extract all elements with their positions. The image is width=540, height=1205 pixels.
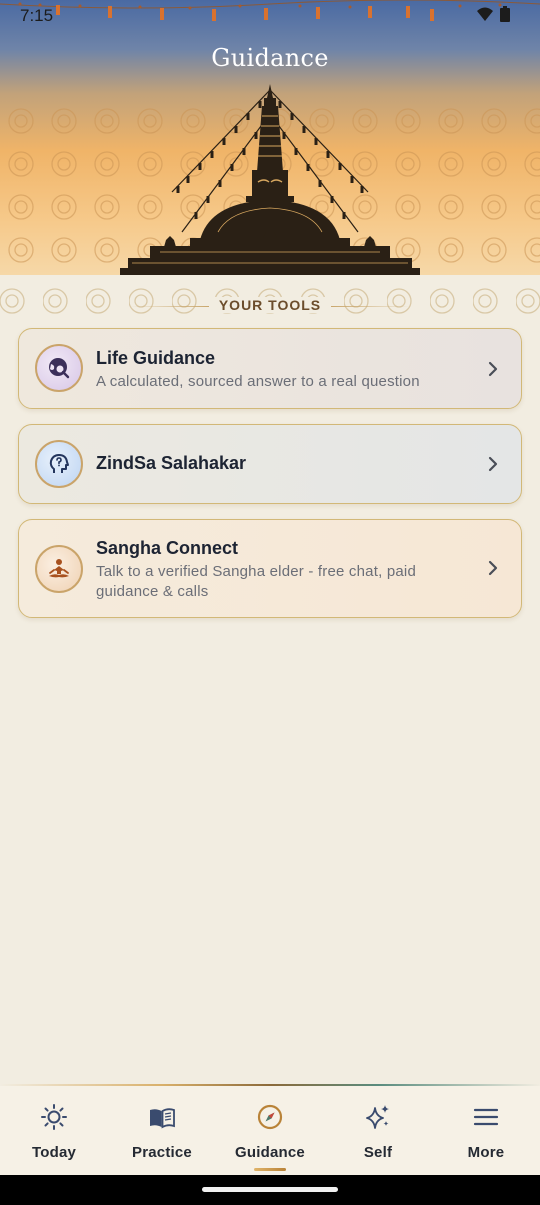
sparkle-icon xyxy=(366,1105,389,1129)
compass-icon xyxy=(257,1104,283,1130)
menu-icon xyxy=(473,1108,499,1126)
book-icon xyxy=(150,1108,175,1129)
tool-card-sangha-connect[interactable]: Sangha Connect Talk to a verified Sangha… xyxy=(18,519,522,618)
wifi-icon xyxy=(477,7,493,21)
nav-item-more[interactable]: More xyxy=(432,1086,540,1175)
section-label: YOUR TOOLS xyxy=(0,297,540,313)
meditation-icon xyxy=(35,545,83,593)
tool-subtitle: A calculated, sourced answer to a real q… xyxy=(96,373,420,390)
home-gesture-handle[interactable] xyxy=(202,1187,338,1192)
page-title: Guidance xyxy=(211,44,329,72)
tool-title: ZindSa Salahakar xyxy=(96,453,247,473)
nav-label: Practice xyxy=(132,1144,192,1161)
status-time: 7:15 xyxy=(20,6,54,25)
tool-subtitle: Talk to a verified Sangha elder - free c… xyxy=(96,563,416,600)
chevron-right-icon xyxy=(488,361,498,377)
stupa-illustration xyxy=(120,84,420,275)
bottom-navigation: Today Practice Guidance Self More xyxy=(0,1086,540,1175)
chevron-right-icon xyxy=(488,456,498,472)
tool-title: Sangha Connect xyxy=(96,538,239,558)
nav-label: Guidance xyxy=(235,1144,305,1161)
nav-label: Today xyxy=(31,1144,77,1161)
nav-label: Self xyxy=(363,1144,393,1161)
head-question-icon xyxy=(35,440,83,488)
nav-item-practice[interactable]: Practice xyxy=(108,1086,216,1175)
search-globe-icon xyxy=(35,344,83,392)
tool-card-zindsa-salahakar[interactable]: ZindSa Salahakar xyxy=(18,424,522,504)
header-banner: 7:15 Guidance xyxy=(0,0,540,275)
chevron-right-icon xyxy=(488,560,498,576)
battery-icon xyxy=(500,6,510,22)
sun-icon xyxy=(41,1104,67,1130)
tool-card-life-guidance[interactable]: Life Guidance A calculated, sourced answ… xyxy=(18,328,522,409)
status-icons xyxy=(476,6,510,22)
nav-item-guidance[interactable]: Guidance xyxy=(216,1086,324,1175)
tool-title: Life Guidance xyxy=(96,348,216,368)
nav-item-self[interactable]: Self xyxy=(324,1086,432,1175)
nav-item-today[interactable]: Today xyxy=(0,1086,108,1175)
prayer-flags xyxy=(0,0,540,21)
nav-label: More xyxy=(467,1144,505,1161)
nav-active-indicator xyxy=(254,1168,286,1171)
